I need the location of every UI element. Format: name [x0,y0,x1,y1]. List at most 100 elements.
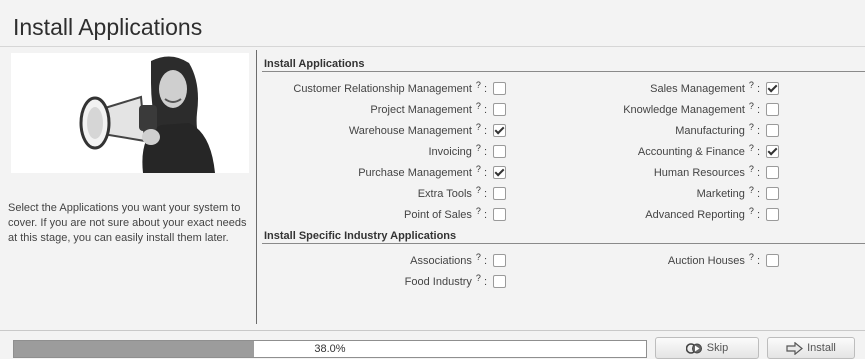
app-option-checkbox[interactable] [766,166,779,179]
page-title: Install Applications [13,14,203,40]
help-icon[interactable]: ? [476,273,481,283]
footer-divider [0,330,865,331]
app-option-label: Customer Relationship Management [293,82,472,95]
app-option-label: Point of Sales [404,208,472,221]
app-option-label: Food Industry [404,275,472,288]
app-option-checkbox[interactable] [493,254,506,267]
label-colon: : [756,166,760,179]
label-colon: : [483,103,487,116]
app-option-row: Customer Relationship Management?: [293,80,506,96]
label-colon: : [483,166,487,179]
label-colon: : [756,103,760,116]
help-icon[interactable]: ? [476,101,481,111]
label-colon: : [756,145,760,158]
app-option-row: Project Management?: [370,101,506,117]
app-option-label: Advanced Reporting [645,208,745,221]
app-option-checkbox[interactable] [766,254,779,267]
app-option-row: Auction Houses?: [667,252,779,268]
title-divider [0,46,865,47]
skip-button[interactable]: Skip [655,337,759,359]
help-icon[interactable]: ? [749,206,754,216]
app-option-row: Purchase Management?: [358,164,506,180]
help-icon[interactable]: ? [749,185,754,195]
help-icon[interactable]: ? [476,206,481,216]
app-option-label: Accounting & Finance [637,145,745,158]
app-option-checkbox[interactable] [493,82,506,95]
app-option-checkbox[interactable] [766,145,779,158]
help-icon[interactable]: ? [476,252,481,262]
help-icon[interactable]: ? [749,252,754,262]
label-colon: : [756,187,760,200]
help-icon[interactable]: ? [749,80,754,90]
app-option-checkbox[interactable] [766,124,779,137]
app-option-checkbox[interactable] [766,187,779,200]
section-divider-industry [262,243,865,244]
help-icon[interactable]: ? [476,80,481,90]
help-icon[interactable]: ? [749,122,754,132]
app-option-label: Human Resources [653,166,745,179]
label-colon: : [483,145,487,158]
label-colon: : [483,124,487,137]
app-option-checkbox[interactable] [493,145,506,158]
section-title-applications: Install Applications [264,58,365,70]
install-button[interactable]: Install [767,337,855,359]
app-option-checkbox[interactable] [493,166,506,179]
help-icon[interactable]: ? [749,143,754,153]
label-colon: : [756,254,760,267]
section-title-industry: Install Specific Industry Applications [264,230,457,242]
app-option-row: Marketing?: [696,185,779,201]
app-option-label: Sales Management [650,82,745,95]
app-option-label: Marketing [696,187,745,200]
app-option-label: Associations [410,254,472,267]
app-option-label: Invoicing [428,145,472,158]
app-option-checkbox[interactable] [766,208,779,221]
app-option-row: Accounting & Finance?: [637,143,779,159]
label-colon: : [483,275,487,288]
section-divider-applications [262,71,865,72]
app-option-checkbox[interactable] [766,82,779,95]
app-option-row: Associations?: [410,252,506,268]
app-option-row: Sales Management?: [650,80,779,96]
app-option-row: Point of Sales?: [404,206,506,222]
app-option-row: Invoicing?: [428,143,506,159]
app-option-label: Extra Tools [417,187,472,200]
app-option-checkbox[interactable] [493,187,506,200]
help-icon[interactable]: ? [476,185,481,195]
app-option-label: Manufacturing [675,124,745,137]
instructions-text: Select the Applications you want your sy… [8,202,247,244]
install-arrow-icon [786,341,804,355]
help-icon[interactable]: ? [749,164,754,174]
skip-label: Skip [706,342,729,354]
skip-icon [685,342,703,355]
label-colon: : [756,82,760,95]
app-option-row: Extra Tools?: [417,185,506,201]
help-icon[interactable]: ? [476,143,481,153]
help-icon[interactable]: ? [476,122,481,132]
app-option-row: Food Industry?: [404,273,506,289]
label-colon: : [483,254,487,267]
app-option-label: Auction Houses [667,254,745,267]
install-progress-bar: 38.0% [13,340,647,358]
app-option-row: Advanced Reporting?: [645,206,779,222]
help-icon[interactable]: ? [476,164,481,174]
app-option-label: Knowledge Management [623,103,745,116]
help-icon[interactable]: ? [749,101,754,111]
app-option-label: Purchase Management [358,166,472,179]
progress-text: 38.0% [314,343,346,355]
app-option-checkbox[interactable] [766,103,779,116]
app-option-checkbox[interactable] [493,124,506,137]
app-option-checkbox[interactable] [493,275,506,288]
panel-divider [256,50,257,324]
app-option-row: Manufacturing?: [675,122,779,138]
label-colon: : [483,187,487,200]
label-colon: : [756,124,760,137]
label-colon: : [756,208,760,221]
label-colon: : [483,82,487,95]
app-option-row: Human Resources?: [653,164,779,180]
label-colon: : [483,208,487,221]
app-option-checkbox[interactable] [493,208,506,221]
megaphone-illustration [11,53,249,173]
app-option-row: Knowledge Management?: [623,101,779,117]
app-option-label: Project Management [370,103,472,116]
app-option-checkbox[interactable] [493,103,506,116]
